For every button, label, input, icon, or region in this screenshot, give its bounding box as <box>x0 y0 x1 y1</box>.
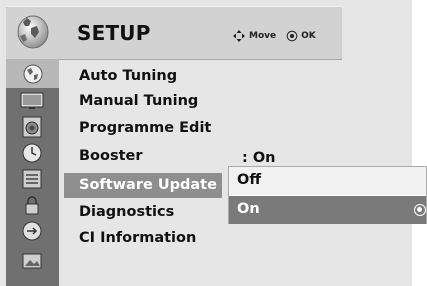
selected-radio-icon <box>414 204 426 216</box>
move-arrows-icon <box>233 30 245 42</box>
menu-item-manual-tuning[interactable]: Manual Tuning <box>79 93 198 109</box>
menu-item-programme-edit[interactable]: Programme Edit <box>79 120 211 136</box>
menu-header: SETUP Move OK <box>6 6 342 60</box>
lock-icon[interactable] <box>20 193 44 217</box>
menu-item-diagnostics[interactable]: Diagnostics <box>79 204 174 220</box>
setup-category-icon[interactable] <box>6 59 59 88</box>
option-on[interactable]: On <box>229 196 426 224</box>
picture-tv-icon[interactable] <box>20 89 44 113</box>
ok-button-icon <box>286 30 298 42</box>
navigation-hint: Move OK <box>232 29 316 43</box>
input-icon[interactable] <box>20 219 44 243</box>
menu-item-software-update[interactable]: Software Update <box>64 173 222 198</box>
hint-ok-label: OK <box>301 31 316 41</box>
option-off[interactable]: Off <box>229 167 426 195</box>
option-list-icon[interactable] <box>20 167 44 191</box>
setup-globe-icon <box>15 12 51 50</box>
option-on-label: On <box>237 201 260 217</box>
usb-photo-icon[interactable] <box>20 249 44 273</box>
option-off-label: Off <box>237 172 262 188</box>
menu-item-ci-information[interactable]: CI Information <box>79 230 196 246</box>
menu-item-booster[interactable]: Booster <box>79 148 143 164</box>
setup-menu: SETUP Move OK Auto Tuning Manual Tuning … <box>0 0 412 286</box>
hint-move-label: Move <box>249 31 277 41</box>
audio-speaker-icon[interactable] <box>20 115 44 139</box>
menu-item-auto-tuning[interactable]: Auto Tuning <box>79 68 177 84</box>
software-update-popup: Off On <box>228 166 427 224</box>
time-clock-icon[interactable] <box>20 141 44 165</box>
category-sidebar <box>6 59 59 286</box>
page-title: SETUP <box>77 21 151 45</box>
booster-value: : On <box>242 150 276 166</box>
